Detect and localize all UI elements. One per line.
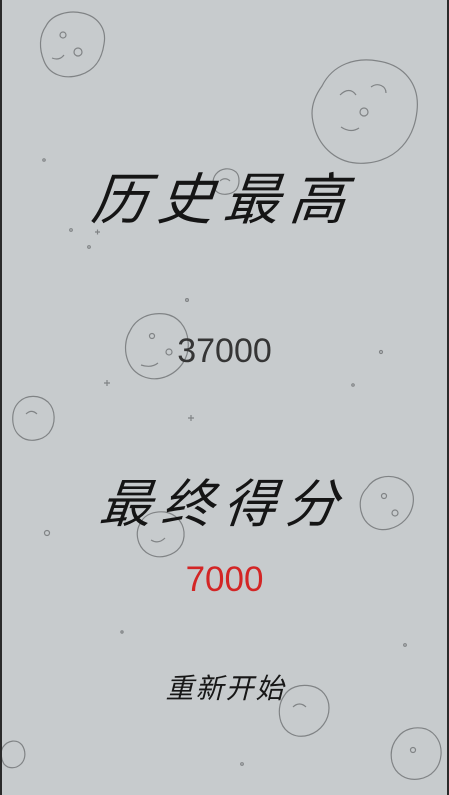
- best-score-value: 37000: [177, 332, 272, 370]
- final-score-title: 最终得分: [96, 475, 352, 535]
- final-score-value: 7000: [185, 560, 264, 599]
- asteroid-icon-4: [12, 395, 55, 441]
- asteroid-icon-1: [39, 11, 106, 78]
- asteroid-icon-10: [0, 740, 26, 769]
- asteroid-icon-2: [311, 59, 418, 164]
- asteroid-icon-9: [390, 727, 442, 780]
- best-score-title: 历史最高: [88, 168, 360, 233]
- restart-button[interactable]: 重新开始: [154, 663, 297, 711]
